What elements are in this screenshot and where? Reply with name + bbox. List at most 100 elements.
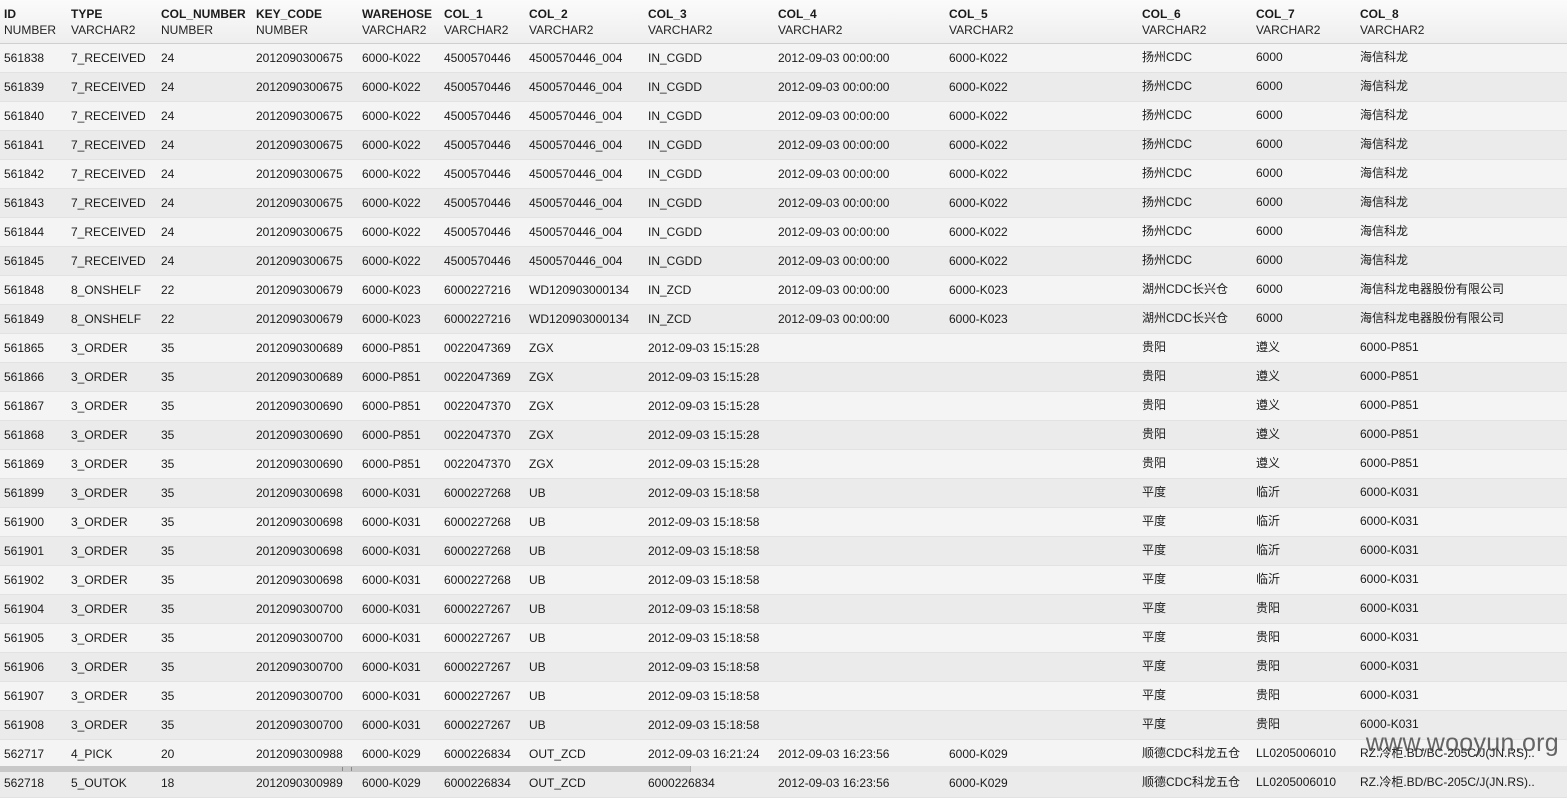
cell-col-8[interactable]: 海信科龙 — [1360, 130, 1540, 158]
cell-col-1[interactable]: 6000227268 — [444, 479, 528, 507]
cell-col-6[interactable]: 贵阳 — [1142, 449, 1254, 477]
cell-col-1[interactable]: 6000227267 — [444, 682, 528, 710]
cell-col-2[interactable]: UB — [529, 653, 645, 681]
cell-warehose[interactable]: 6000-K029 — [362, 769, 442, 797]
table-row[interactable]: 561844 7_RECEIVED 24 2012090300675 6000-K022… — [0, 218, 1567, 247]
cell-warehose[interactable]: 6000-K022 — [362, 218, 442, 246]
cell-col-2[interactable]: WD120903000134 — [529, 305, 645, 333]
cell-col-6[interactable]: 贵阳 — [1142, 333, 1254, 361]
cell-col-number[interactable]: 35 — [161, 537, 253, 565]
cell-col-7[interactable]: 贵阳 — [1256, 623, 1358, 651]
cell-col-3[interactable]: 2012-09-03 15:18:58 — [648, 508, 776, 536]
cell-col-1[interactable]: 4500570446 — [444, 131, 528, 159]
cell-col-3[interactable]: IN_CGDD — [648, 73, 776, 101]
cell-type[interactable]: 3_ORDER — [71, 363, 159, 391]
cell-col-2[interactable]: 4500570446_004 — [529, 247, 645, 275]
cell-col-number[interactable]: 35 — [161, 566, 253, 594]
cell-col-8[interactable]: 6000-K031 — [1360, 478, 1540, 506]
column-header-col-4[interactable]: COL_4 VARCHAR2 — [778, 6, 946, 38]
cell-warehose[interactable]: 6000-K031 — [362, 537, 442, 565]
cell-col-6[interactable]: 平度 — [1142, 594, 1254, 622]
cell-col-1[interactable]: 0022047369 — [444, 334, 528, 362]
cell-col-6[interactable]: 扬州CDC — [1142, 101, 1254, 129]
cell-id[interactable]: 561841 — [4, 131, 68, 159]
column-header-type[interactable]: TYPE VARCHAR2 — [71, 6, 159, 38]
cell-col-7[interactable]: 6000 — [1256, 217, 1358, 245]
cell-col-number[interactable]: 35 — [161, 479, 253, 507]
table-row[interactable]: 561907 3_ORDER 35 2012090300700 6000-K031 600… — [0, 682, 1567, 711]
cell-col-8[interactable]: 6000-K031 — [1360, 594, 1540, 622]
table-row[interactable]: 561866 3_ORDER 35 2012090300689 6000-P851 002… — [0, 363, 1567, 392]
cell-col-3[interactable]: 2012-09-03 15:18:58 — [648, 595, 776, 623]
cell-warehose[interactable]: 6000-K031 — [362, 711, 442, 739]
scrollbar-thumb[interactable] — [0, 766, 691, 772]
cell-col-3[interactable]: IN_CGDD — [648, 247, 776, 275]
cell-col-1[interactable]: 4500570446 — [444, 189, 528, 217]
table-row[interactable]: 561840 7_RECEIVED 24 2012090300675 6000-K022… — [0, 102, 1567, 131]
cell-col-7[interactable]: LL0205006010 — [1256, 768, 1358, 796]
cell-type[interactable]: 7_RECEIVED — [71, 73, 159, 101]
cell-col-1[interactable]: 6000227268 — [444, 537, 528, 565]
cell-warehose[interactable]: 6000-K022 — [362, 102, 442, 130]
cell-id[interactable]: 561843 — [4, 189, 68, 217]
cell-col-6[interactable]: 扬州CDC — [1142, 159, 1254, 187]
horizontal-scrollbar[interactable] — [0, 766, 1567, 772]
cell-warehose[interactable]: 6000-K031 — [362, 682, 442, 710]
cell-col-5[interactable]: 6000-K022 — [949, 102, 1139, 130]
table-row[interactable]: 561904 3_ORDER 35 2012090300700 6000-K031 600… — [0, 595, 1567, 624]
cell-col-4[interactable]: 2012-09-03 00:00:00 — [778, 131, 946, 159]
cell-warehose[interactable]: 6000-K023 — [362, 276, 442, 304]
cell-key-code[interactable]: 2012090300700 — [256, 682, 360, 710]
cell-col-3[interactable]: 2012-09-03 15:15:28 — [648, 334, 776, 362]
cell-col-1[interactable]: 0022047370 — [444, 421, 528, 449]
cell-id[interactable]: 562717 — [4, 740, 68, 768]
cell-key-code[interactable]: 2012090300988 — [256, 740, 360, 768]
table-row[interactable]: 561842 7_RECEIVED 24 2012090300675 6000-K022… — [0, 160, 1567, 189]
cell-col-3[interactable]: 2012-09-03 15:18:58 — [648, 537, 776, 565]
table-row[interactable]: 561841 7_RECEIVED 24 2012090300675 6000-K022… — [0, 131, 1567, 160]
cell-col-4[interactable]: 2012-09-03 00:00:00 — [778, 247, 946, 275]
cell-col-number[interactable]: 24 — [161, 160, 253, 188]
cell-col-7[interactable]: 6000 — [1256, 159, 1358, 187]
cell-col-2[interactable]: 4500570446_004 — [529, 131, 645, 159]
cell-col-3[interactable]: 2012-09-03 15:15:28 — [648, 421, 776, 449]
cell-col-1[interactable]: 4500570446 — [444, 160, 528, 188]
cell-col-6[interactable]: 平度 — [1142, 478, 1254, 506]
cell-key-code[interactable]: 2012090300698 — [256, 566, 360, 594]
cell-col-1[interactable]: 4500570446 — [444, 73, 528, 101]
table-row[interactable]: 561902 3_ORDER 35 2012090300698 6000-K031 600… — [0, 566, 1567, 595]
cell-col-6[interactable]: 顺德CDC科龙五仓 — [1142, 739, 1254, 767]
cell-col-6[interactable]: 扬州CDC — [1142, 130, 1254, 158]
cell-warehose[interactable]: 6000-K022 — [362, 131, 442, 159]
cell-id[interactable]: 561904 — [4, 595, 68, 623]
cell-col-5[interactable]: 6000-K022 — [949, 218, 1139, 246]
cell-col-7[interactable]: LL0205006010 — [1256, 739, 1358, 767]
cell-type[interactable]: 3_ORDER — [71, 682, 159, 710]
cell-col-1[interactable]: 6000227268 — [444, 566, 528, 594]
cell-col-1[interactable]: 6000226834 — [444, 740, 528, 768]
cell-id[interactable]: 561900 — [4, 508, 68, 536]
cell-col-2[interactable]: UB — [529, 508, 645, 536]
cell-col-6[interactable]: 扬州CDC — [1142, 188, 1254, 216]
cell-col-7[interactable]: 6000 — [1256, 43, 1358, 71]
cell-id[interactable]: 561866 — [4, 363, 68, 391]
cell-col-number[interactable]: 22 — [161, 305, 253, 333]
cell-col-1[interactable]: 0022047369 — [444, 363, 528, 391]
cell-id[interactable]: 561902 — [4, 566, 68, 594]
cell-col-5[interactable]: 6000-K022 — [949, 73, 1139, 101]
cell-col-6[interactable]: 平度 — [1142, 536, 1254, 564]
cell-col-1[interactable]: 6000227268 — [444, 508, 528, 536]
column-header-col-1[interactable]: COL_1 VARCHAR2 — [444, 6, 528, 38]
cell-col-1[interactable]: 6000227216 — [444, 276, 528, 304]
cell-col-7[interactable]: 6000 — [1256, 275, 1358, 303]
cell-id[interactable]: 561849 — [4, 305, 68, 333]
cell-col-2[interactable]: 4500570446_004 — [529, 44, 645, 72]
cell-col-7[interactable]: 6000 — [1256, 188, 1358, 216]
cell-col-2[interactable]: 4500570446_004 — [529, 189, 645, 217]
cell-col-2[interactable]: 4500570446_004 — [529, 160, 645, 188]
cell-col-2[interactable]: 4500570446_004 — [529, 218, 645, 246]
cell-col-3[interactable]: 2012-09-03 16:21:24 — [648, 740, 776, 768]
cell-col-7[interactable]: 6000 — [1256, 246, 1358, 274]
cell-type[interactable]: 3_ORDER — [71, 334, 159, 362]
cell-col-3[interactable]: 6000226834 — [648, 769, 776, 797]
